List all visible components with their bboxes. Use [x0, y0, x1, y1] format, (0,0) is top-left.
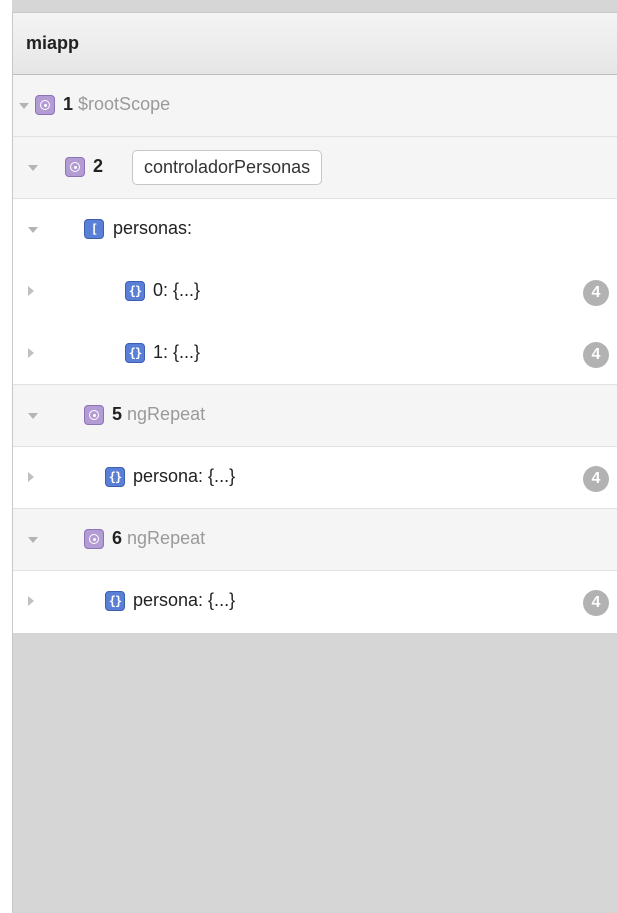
count-badge: 4	[583, 466, 609, 492]
scope-tree: 1 $rootScope 2 controladorPersonas [ ] p…	[13, 75, 617, 633]
object-icon: {}	[105, 467, 125, 487]
scope-name: ngRepeat	[127, 404, 206, 424]
tree-row-controller-scope[interactable]: 2 controladorPersonas	[13, 137, 617, 199]
tree-row-ngrepeat-5[interactable]: 5 ngRepeat	[13, 385, 617, 447]
app-header: miapp	[13, 13, 617, 75]
disclosure-down-icon[interactable]	[24, 199, 44, 261]
property-label: persona: {...}	[133, 590, 236, 610]
disclosure-down-icon[interactable]	[15, 75, 35, 137]
tree-row-persona-6[interactable]: {} persona: {...} 4	[13, 571, 617, 633]
disclosure-right-icon[interactable]	[22, 323, 42, 385]
disclosure-down-icon[interactable]	[24, 385, 44, 447]
app-title: miapp	[26, 33, 80, 53]
scope-id: 1	[63, 94, 74, 114]
object-icon: {}	[125, 343, 145, 363]
property-label: personas:	[113, 218, 193, 238]
count-badge: 4	[583, 342, 609, 368]
disclosure-down-icon[interactable]	[24, 509, 44, 571]
scope-tree-container: miapp 1 $rootScope 2 controladorPersonas	[12, 12, 617, 913]
scope-inspector-panel: miapp 1 $rootScope 2 controladorPersonas	[0, 0, 617, 913]
controller-name-tag[interactable]: controladorPersonas	[132, 150, 323, 185]
scope-icon	[35, 95, 55, 115]
scope-name: $rootScope	[78, 94, 171, 114]
tree-row-personas-item-0[interactable]: {} 0: {...} 4	[13, 261, 617, 323]
scope-icon	[84, 529, 104, 549]
scope-icon	[65, 157, 85, 177]
count-badge: 4	[583, 590, 609, 616]
disclosure-right-icon[interactable]	[22, 447, 42, 509]
disclosure-right-icon[interactable]	[22, 261, 42, 323]
tree-row-personas[interactable]: [ ] personas:	[13, 199, 617, 261]
tree-row-personas-item-1[interactable]: {} 1: {...} 4	[13, 323, 617, 385]
count-badge: 4	[583, 280, 609, 306]
panel-left-margin	[0, 0, 12, 913]
disclosure-right-icon[interactable]	[22, 571, 42, 633]
scope-icon	[84, 405, 104, 425]
property-label: 0: {...}	[153, 280, 201, 300]
array-icon: [ ]	[84, 219, 104, 254]
property-label: persona: {...}	[133, 466, 236, 486]
scope-id: 2	[93, 156, 104, 176]
scope-id: 5	[112, 404, 123, 424]
object-icon: {}	[105, 591, 125, 611]
scope-id: 6	[112, 528, 123, 548]
scope-name: ngRepeat	[127, 528, 206, 548]
tree-row-persona-5[interactable]: {} persona: {...} 4	[13, 447, 617, 509]
tree-row-root-scope[interactable]: 1 $rootScope	[13, 75, 617, 137]
object-icon: {}	[125, 281, 145, 301]
disclosure-down-icon[interactable]	[24, 137, 44, 199]
tree-row-ngrepeat-6[interactable]: 6 ngRepeat	[13, 509, 617, 571]
property-label: 1: {...}	[153, 342, 201, 362]
